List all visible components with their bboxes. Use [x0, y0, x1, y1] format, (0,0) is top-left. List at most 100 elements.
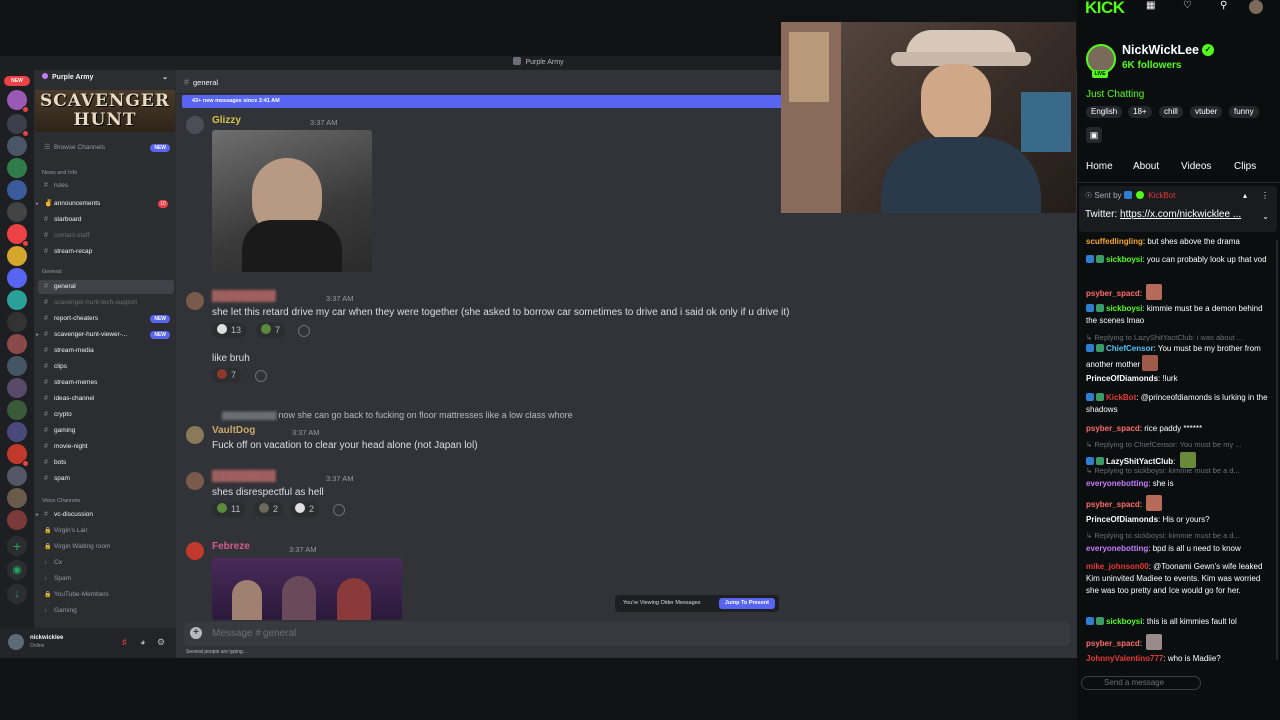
reply-reference[interactable]: ↳ Replying to ChiefCensor: You must be m… [1086, 440, 1276, 449]
reply-reference[interactable]: ↳ Replying to sickboysi: kimmie must be … [1086, 531, 1276, 540]
server-icon[interactable] [7, 356, 27, 376]
tag-chip[interactable]: English [1086, 106, 1123, 118]
message-author-hidden[interactable]: █████████ [212, 291, 276, 302]
chat-username[interactable]: LazyShitYactClub [1106, 457, 1173, 466]
reply-reference[interactable]: ↳ Replying to LazyShitYactClub: i was ab… [1086, 333, 1276, 342]
channel-tech-support[interactable]: # scavenger-hunt-tech-support [34, 296, 176, 310]
stream-category[interactable]: Just Chatting [1086, 89, 1144, 100]
voice-youtube-members[interactable]: 🔒 YouTube-Members [34, 588, 176, 602]
add-reaction-icon[interactable] [298, 325, 310, 337]
channel-gaming[interactable]: # gaming [34, 424, 176, 438]
download-icon[interactable]: ↓ [7, 584, 27, 604]
more-icon[interactable]: ⋮ [1261, 191, 1269, 200]
explore-icon[interactable]: ◉ [7, 560, 27, 580]
reply-reference[interactable]: ███████████ now she can go back to fucki… [222, 410, 573, 420]
channel-crypto[interactable]: # crypto [34, 408, 176, 422]
chat-username[interactable]: psyber_spacd [1086, 289, 1140, 298]
server-header[interactable]: Purple Army ⌄ [34, 70, 176, 90]
voice-cx[interactable]: ♪ Cx [34, 556, 176, 570]
channel-stream-media[interactable]: # stream-media [34, 344, 176, 358]
pin-icon[interactable]: ▴ [1243, 191, 1247, 200]
category-voice[interactable]: Voice Channels [42, 498, 80, 504]
tag-chip[interactable]: chill [1159, 106, 1183, 118]
chat-username[interactable]: sickboysi [1106, 304, 1142, 313]
server-icon[interactable] [7, 180, 27, 200]
chat-input[interactable]: Send a message [1081, 676, 1201, 690]
channel-ideas[interactable]: # ideas-channel [34, 392, 176, 406]
chat-username[interactable]: everyonebotting [1086, 544, 1148, 553]
calendar-icon[interactable]: ▦ [1146, 0, 1155, 11]
server-icon[interactable] [7, 158, 27, 178]
reaction-skull[interactable]: 13 [212, 323, 247, 338]
new-messages-bar[interactable]: 43+ new messages since 3:41 AM [182, 95, 782, 108]
server-icon[interactable] [7, 136, 27, 156]
tab-clips[interactable]: Clips [1234, 161, 1256, 172]
add-reaction-icon[interactable] [333, 504, 345, 516]
heart-icon[interactable]: ♡ [1183, 0, 1192, 11]
chat-username[interactable]: ChiefCensor [1106, 344, 1154, 353]
pinned-link[interactable]: https://x.com/nickwicklee ... [1120, 209, 1241, 220]
chat-username[interactable]: scuffedlingling [1086, 237, 1143, 246]
channel-rules[interactable]: # rules [34, 179, 176, 193]
channel-contact-staff[interactable]: # contact-staff [34, 229, 176, 243]
reaction[interactable]: 7 [212, 368, 242, 383]
chevron-down-icon[interactable]: ⌄ [1262, 212, 1269, 221]
kick-logo[interactable]: KICK [1085, 0, 1125, 18]
reaction[interactable]: 2 [254, 502, 284, 517]
server-icon[interactable] [7, 312, 27, 332]
avatar[interactable] [186, 292, 204, 310]
avatar[interactable] [186, 116, 204, 134]
server-icon[interactable] [7, 202, 27, 222]
reaction-frog[interactable]: 11 [212, 502, 246, 517]
voice-spam[interactable]: ♪ Spam [34, 572, 176, 586]
mute-mic-icon[interactable]: ♯ [122, 637, 127, 647]
voice-virgin-waiting[interactable]: 🔒 Virgin Waiting room [34, 540, 176, 554]
server-icon[interactable] [7, 378, 27, 398]
message-image[interactable] [212, 130, 372, 272]
chat-username[interactable]: PrinceOfDiamonds [1086, 515, 1158, 524]
add-reaction-icon[interactable] [255, 370, 267, 382]
chat-username[interactable]: sickboysi [1106, 255, 1142, 264]
channel-clips[interactable]: # clips [34, 360, 176, 374]
channel-movie-night[interactable]: # movie-night [34, 440, 176, 454]
server-icon[interactable] [7, 268, 27, 288]
search-icon[interactable]: ⚲ [1220, 0, 1227, 11]
browse-channels[interactable]: ☰ Browse Channels NEW [34, 141, 176, 155]
avatar[interactable] [186, 426, 204, 444]
gift-icon[interactable]: ▣ [1086, 127, 1102, 143]
chat-username[interactable]: psyber_spacd [1086, 500, 1140, 509]
add-attachment-icon[interactable]: + [190, 627, 202, 639]
chat-username[interactable]: PrinceOfDiamonds [1086, 374, 1158, 383]
channel-report-cheaters[interactable]: # report-cheaters NEW [34, 312, 176, 326]
server-icon[interactable] [7, 422, 27, 442]
channel-stream-memes[interactable]: # stream-memes [34, 376, 176, 390]
streamer-name[interactable]: NickWickLee [1122, 43, 1199, 57]
gear-icon[interactable]: ⚙ [157, 637, 165, 648]
voice-gaming[interactable]: ♪ Gaming [34, 604, 176, 618]
voice-virgins-lair[interactable]: 🔒 Virgin's Lair [34, 524, 176, 538]
server-icon[interactable] [7, 246, 27, 266]
channel-bots[interactable]: # bots [34, 456, 176, 470]
server-icon[interactable] [7, 488, 27, 508]
server-icon[interactable] [7, 466, 27, 486]
profile-avatar[interactable] [1249, 0, 1263, 14]
tag-chip[interactable]: vtuber [1190, 106, 1223, 118]
channel-vc-discussion[interactable]: ► # vc-discussion [34, 508, 176, 522]
reply-reference[interactable]: ↳ Replying to sickboysi: kimmie must be … [1086, 466, 1276, 475]
tab-about[interactable]: About [1133, 161, 1159, 172]
scrollbar[interactable] [1276, 240, 1278, 660]
server-icon[interactable] [7, 290, 27, 310]
server-icon[interactable] [7, 510, 27, 530]
avatar[interactable] [8, 634, 24, 650]
tab-home[interactable]: Home [1086, 161, 1113, 172]
message-image[interactable] [212, 558, 402, 620]
channel-general[interactable]: # general [38, 280, 174, 294]
headphones-icon[interactable]: ◕ [140, 637, 145, 647]
pinned-message[interactable]: ☉ Sent by KickBot ▴ ⋮ Twitter: https://x… [1079, 186, 1277, 232]
message-author[interactable]: Febreze [212, 541, 250, 552]
category-general[interactable]: General [42, 269, 62, 275]
chat-username[interactable]: everyonebotting [1086, 479, 1148, 488]
message-author[interactable]: Glizzy [212, 115, 241, 126]
chat-username[interactable]: sickboysi [1106, 617, 1142, 626]
message-composer[interactable]: + Message # general [184, 622, 1070, 646]
